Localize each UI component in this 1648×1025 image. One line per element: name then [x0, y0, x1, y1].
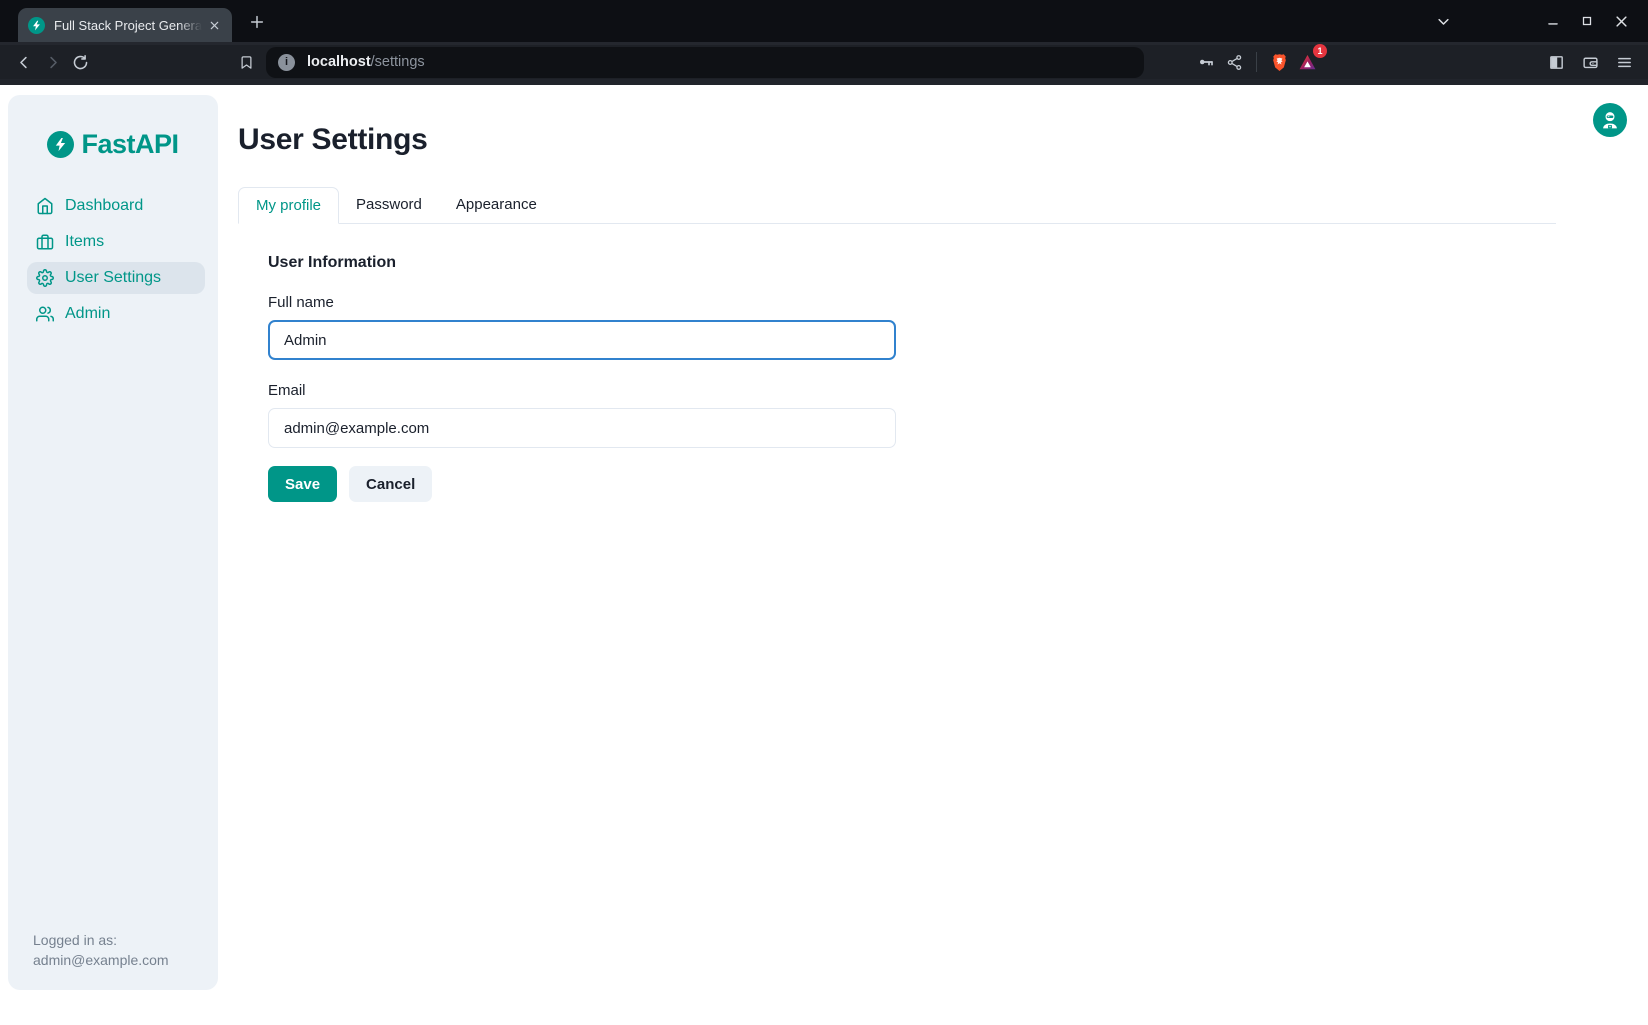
sidebar-nav: Dashboard Items User Settings Admin	[8, 190, 218, 334]
full-name-label: Full name	[268, 294, 1556, 311]
browser-tab-bar: Full Stack Project Genera	[0, 0, 1648, 42]
settings-tab-list: My profile Password Appearance	[238, 187, 1556, 224]
user-menu-button[interactable]	[1593, 103, 1627, 137]
back-icon[interactable]	[10, 48, 38, 76]
section-title: User Information	[268, 254, 1556, 272]
rewards-badge: 1	[1313, 44, 1327, 58]
sidebar-toggle-icon[interactable]	[1542, 48, 1570, 76]
window-controls	[1430, 0, 1634, 42]
sidebar-item-admin[interactable]: Admin	[27, 298, 205, 330]
site-info-icon[interactable]: i	[278, 54, 295, 71]
home-icon	[36, 197, 54, 215]
sidebar-item-label: Dashboard	[65, 197, 143, 215]
browser-toolbar: i localhost/settings 1	[0, 42, 1648, 79]
toolbar-separator	[1256, 52, 1257, 72]
url-text: localhost/settings	[307, 54, 425, 70]
share-icon[interactable]	[1220, 48, 1248, 76]
profile-form: User Information Full name Email Save Ca…	[238, 254, 1556, 502]
logged-in-label: Logged in as:	[33, 930, 169, 950]
tab-title: Full Stack Project Genera	[54, 18, 205, 33]
tab-my-profile[interactable]: My profile	[238, 187, 339, 224]
full-name-input[interactable]	[268, 320, 896, 360]
brave-shields-icon[interactable]	[1265, 48, 1293, 76]
url-path: /settings	[371, 54, 425, 70]
save-button[interactable]: Save	[268, 466, 337, 502]
sidebar-item-user-settings[interactable]: User Settings	[27, 262, 205, 294]
address-bar[interactable]: i localhost/settings	[266, 47, 1144, 78]
forward-icon[interactable]	[38, 48, 66, 76]
bookmark-icon[interactable]	[232, 48, 260, 76]
wallet-icon[interactable]	[1576, 48, 1604, 76]
reload-icon[interactable]	[66, 48, 94, 76]
tab-appearance[interactable]: Appearance	[439, 187, 554, 223]
email-input[interactable]	[268, 408, 896, 448]
url-host: localhost	[307, 54, 371, 70]
brave-rewards-icon[interactable]: 1	[1293, 48, 1321, 76]
user-astronaut-icon	[1600, 110, 1620, 130]
app-sidebar: FastAPI Dashboard Items User Settings	[8, 95, 218, 990]
maximize-icon[interactable]	[1574, 8, 1600, 34]
saved-passwords-key-icon[interactable]	[1192, 48, 1220, 76]
browser-tab[interactable]: Full Stack Project Genera	[18, 8, 232, 42]
menu-icon[interactable]	[1610, 48, 1638, 76]
tab-password[interactable]: Password	[339, 187, 439, 223]
fastapi-bolt-icon	[47, 131, 74, 158]
page-title: User Settings	[238, 123, 1556, 157]
tab-search-icon[interactable]	[1430, 8, 1456, 34]
logged-in-as: Logged in as: admin@example.com	[33, 930, 169, 970]
users-icon	[36, 305, 54, 323]
cancel-button[interactable]: Cancel	[349, 466, 432, 502]
toolbar-right-group	[1542, 48, 1638, 76]
tab-close-icon[interactable]	[205, 16, 223, 34]
briefcase-icon	[36, 233, 54, 251]
minimize-icon[interactable]	[1540, 8, 1566, 34]
sidebar-item-label: Admin	[65, 305, 110, 323]
web-page: FastAPI Dashboard Items User Settings	[0, 85, 1648, 1025]
sidebar-item-label: Items	[65, 233, 104, 251]
logged-in-email: admin@example.com	[33, 950, 169, 970]
fastapi-logo: FastAPI	[8, 129, 218, 160]
email-label: Email	[268, 382, 1556, 399]
gear-icon	[36, 269, 54, 287]
sidebar-item-label: User Settings	[65, 269, 161, 287]
main-content: User Settings My profile Password Appear…	[238, 85, 1556, 502]
logo-text: FastAPI	[81, 129, 178, 160]
form-actions: Save Cancel	[268, 466, 1556, 502]
fastapi-favicon-icon	[28, 17, 45, 34]
sidebar-item-dashboard[interactable]: Dashboard	[27, 190, 205, 222]
close-window-icon[interactable]	[1608, 8, 1634, 34]
sidebar-item-items[interactable]: Items	[27, 226, 205, 258]
new-tab-button[interactable]	[244, 9, 270, 35]
